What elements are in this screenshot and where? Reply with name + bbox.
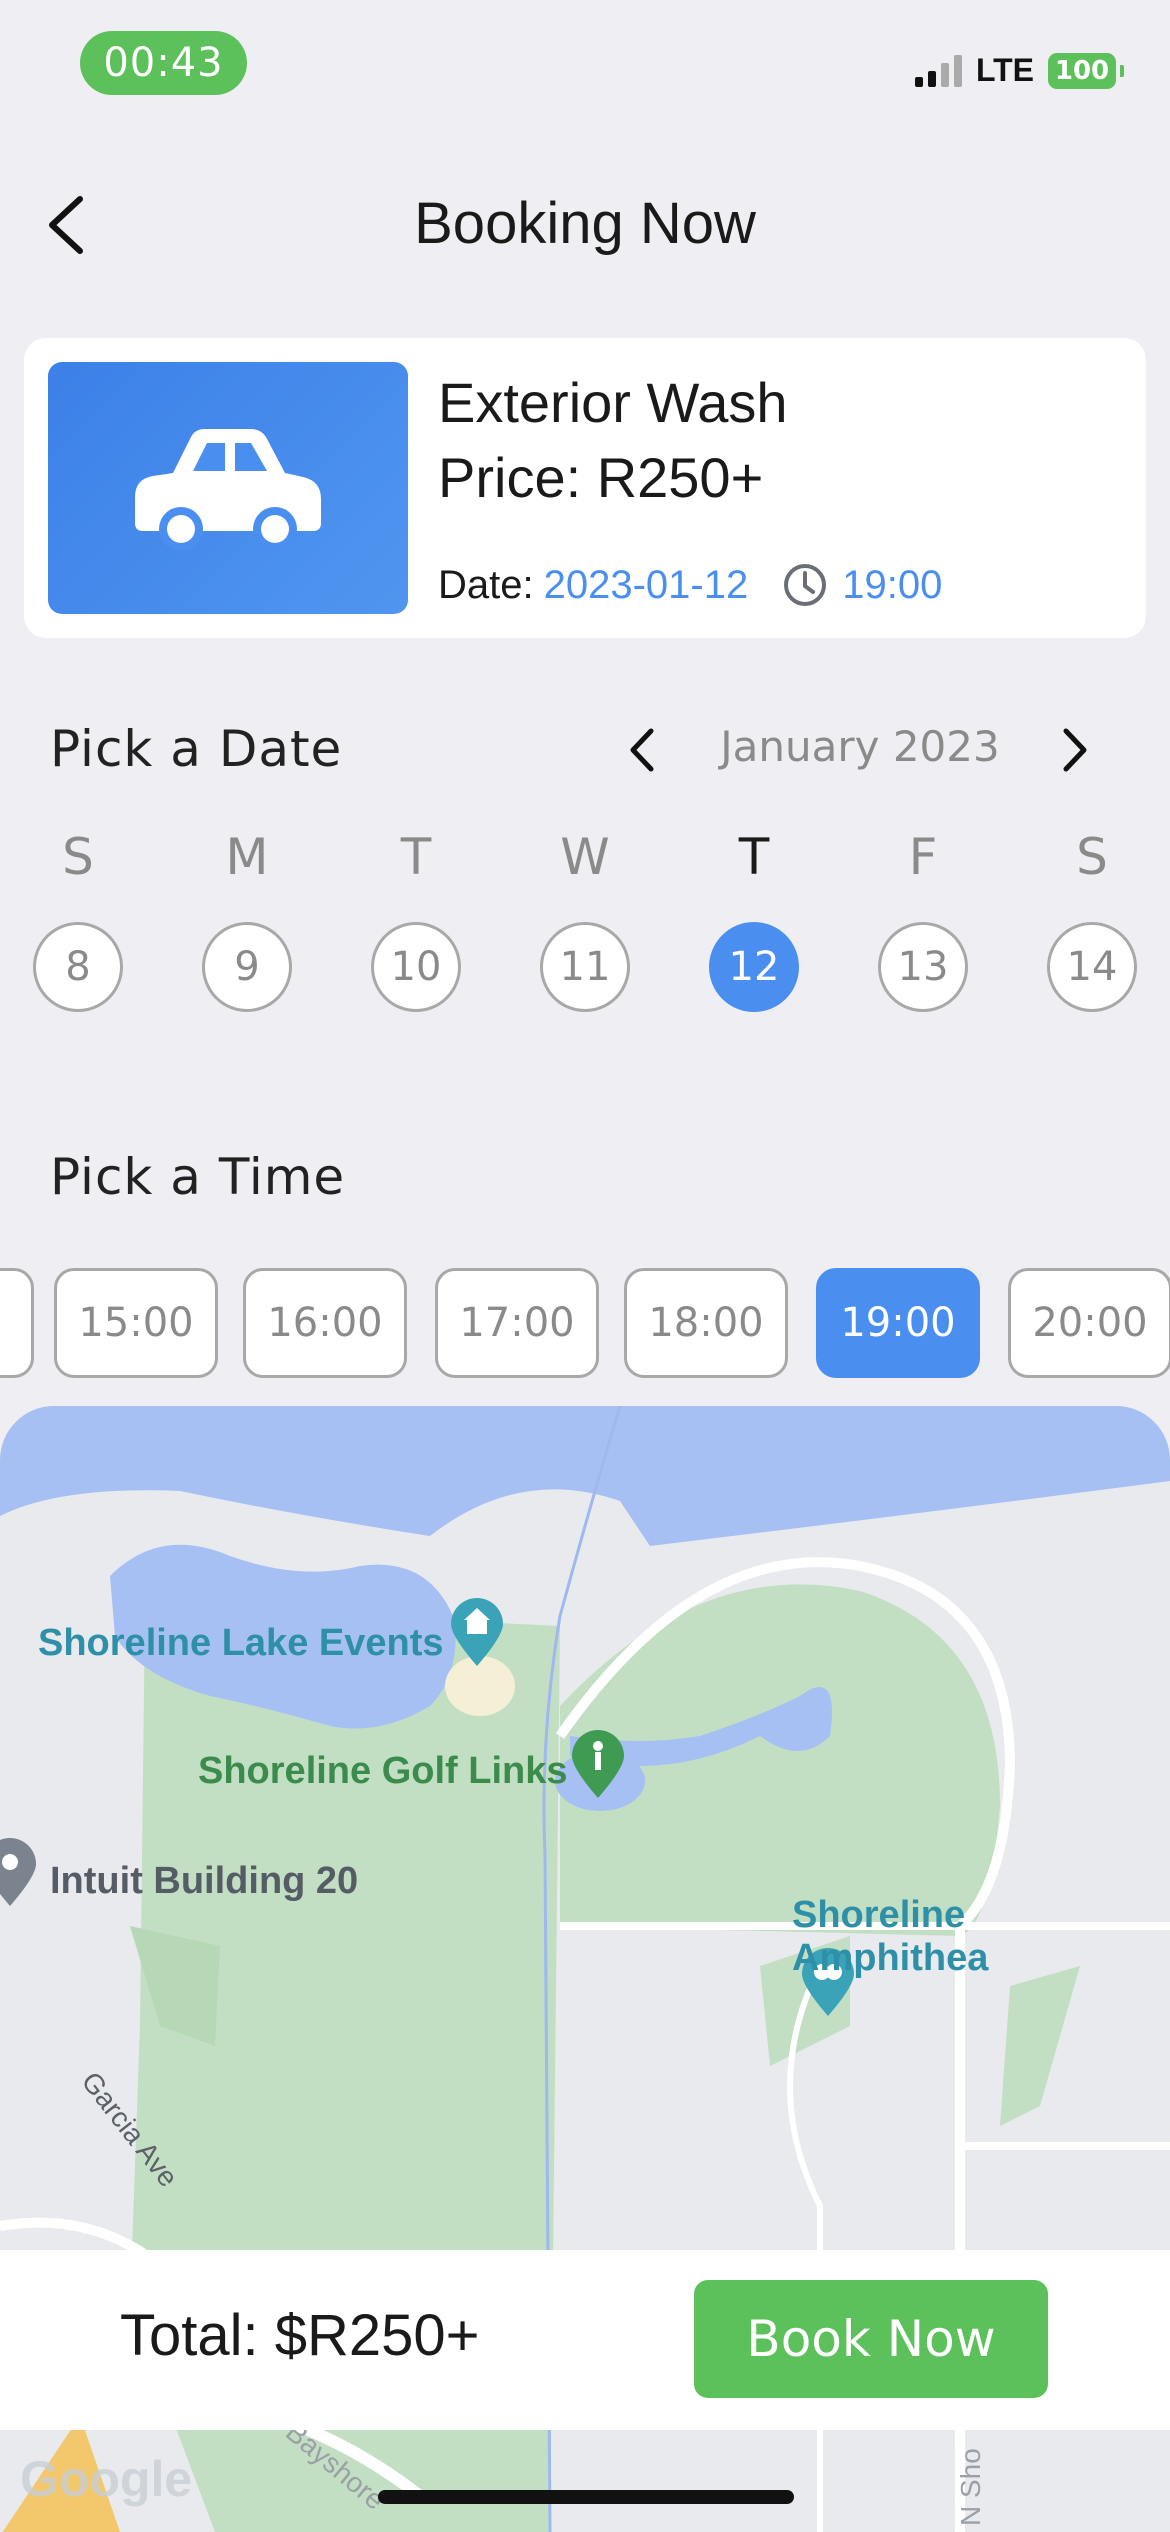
status-indicators: LTE 100 (914, 52, 1124, 89)
time-slot[interactable]: 17:00 (435, 1268, 599, 1378)
day-button[interactable]: 11 (540, 922, 630, 1012)
day-button[interactable]: 8 (33, 922, 123, 1012)
battery-level: 100 (1054, 55, 1110, 86)
time-slot[interactable]: 16:00 (243, 1268, 407, 1378)
service-price: Price: R250+ (438, 446, 764, 509)
location-pin-icon[interactable] (0, 1836, 40, 1908)
weekday-thu: T (738, 828, 770, 886)
time-slot-selected[interactable]: 19:00 (816, 1268, 980, 1378)
home-indicator[interactable] (378, 2490, 794, 2504)
street-label-n-sho: N Sho (955, 2448, 986, 2526)
selected-date: 2023-01-12 (543, 562, 749, 607)
service-schedule: Date: 2023-01-12 19:00 (438, 562, 942, 608)
battery-icon: 100 (1048, 52, 1124, 89)
prev-month-button[interactable] (625, 725, 659, 775)
status-time: 00:43 (80, 31, 247, 95)
weekday-tue: T (400, 828, 432, 886)
car-icon (135, 429, 321, 551)
day-button[interactable]: 10 (371, 922, 461, 1012)
signal-icon (914, 54, 962, 87)
time-slot[interactable]: 15:00 (54, 1268, 218, 1378)
google-logo: Google (20, 2451, 193, 2507)
golf-pin-icon[interactable] (568, 1728, 628, 1800)
weekday-fri: F (908, 828, 938, 886)
next-month-button[interactable] (1058, 725, 1092, 775)
service-name: Exterior Wash (438, 371, 788, 434)
pick-time-heading: Pick a Time (50, 1148, 346, 1206)
date-label: Date: (438, 562, 534, 607)
service-thumbnail (48, 362, 408, 614)
day-button[interactable]: 9 (202, 922, 292, 1012)
page-title: Booking Now (414, 191, 756, 256)
day-button[interactable]: 14 (1047, 922, 1137, 1012)
day-button-selected[interactable]: 12 (709, 922, 799, 1012)
network-type: LTE (975, 52, 1034, 88)
selected-time: 19:00 (842, 562, 943, 607)
time-slot[interactable]: 18:00 (624, 1268, 788, 1378)
weekday-sun: S (62, 828, 94, 886)
time-slot-strip[interactable]: 15:00 16:00 17:00 18:00 19:00 20:00 (0, 1268, 1170, 1380)
total-price: Total: $R250+ (120, 2303, 480, 2368)
day-button[interactable]: 13 (878, 922, 968, 1012)
weekday-sat: S (1076, 828, 1108, 886)
map-label-golf-links: Shoreline Golf Links (198, 1750, 568, 1792)
weekday-mon: M (225, 828, 269, 886)
pick-date-heading: Pick a Date (50, 720, 343, 778)
time-slot[interactable]: 20:00 (1008, 1268, 1170, 1378)
map-label-amphitheatre: Shoreline Amphithea (792, 1894, 989, 1979)
clock-icon (784, 564, 827, 606)
weekday-wed: W (560, 828, 610, 886)
map-label-lake-events: Shoreline Lake Events (38, 1622, 444, 1664)
time-slot-partial[interactable] (0, 1268, 34, 1378)
map-label-intuit: Intuit Building 20 (50, 1860, 359, 1902)
event-venue-pin-icon[interactable] (447, 1596, 507, 1668)
month-label: January 2023 (720, 722, 1000, 771)
book-now-button[interactable]: Book Now (694, 2280, 1048, 2398)
